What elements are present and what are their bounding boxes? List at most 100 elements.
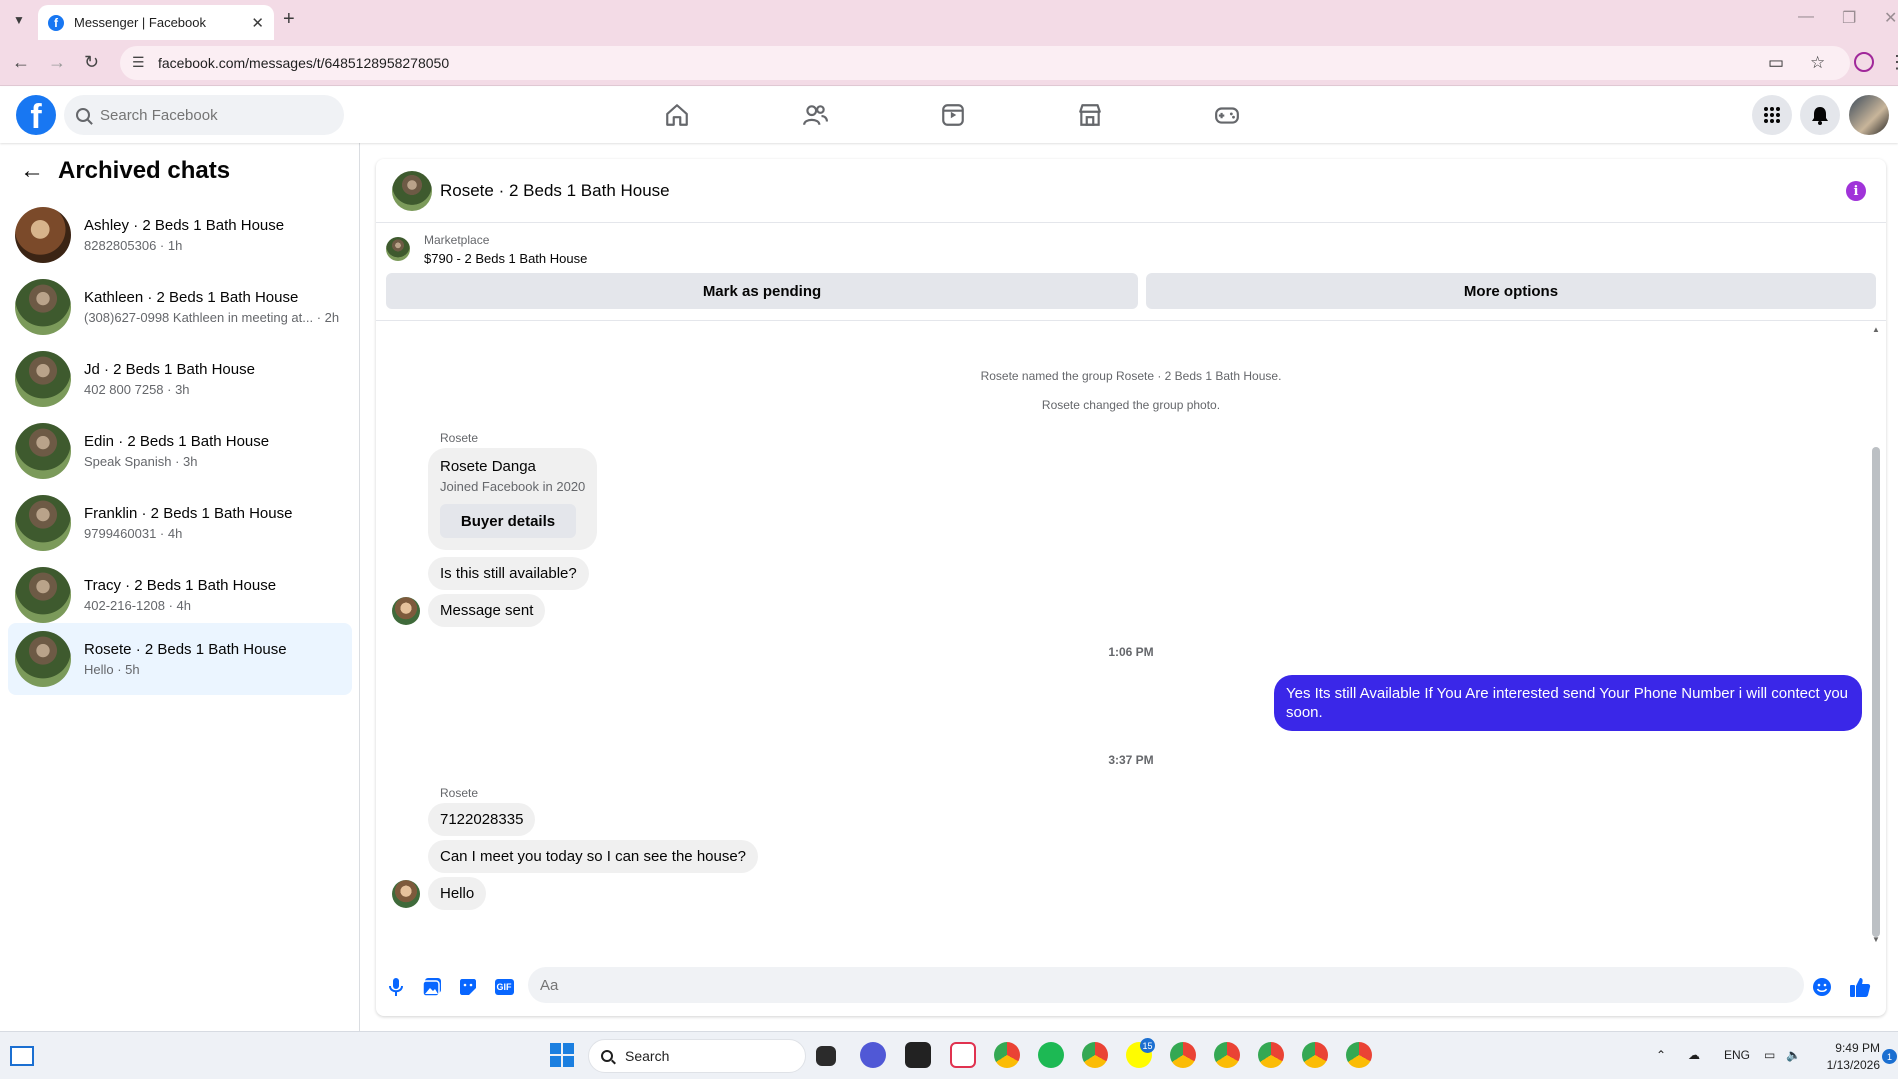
language-indicator[interactable]: ENG (1724, 1048, 1750, 1062)
volume-icon[interactable]: 🔈 (1786, 1048, 1801, 1062)
buyer-name: Rosete Danga (440, 458, 536, 475)
forward-icon[interactable]: → (48, 52, 66, 73)
timestamp: 1:06 PM (1108, 645, 1154, 659)
chrome-profile-icon[interactable] (1214, 1042, 1240, 1068)
facebook-favicon-icon: f (48, 14, 64, 31)
chat-item[interactable]: Franklin · 2 Beds 1 Bath House 9799460031… (8, 487, 352, 559)
chat-preview: Speak Spanish · 3h (84, 454, 198, 469)
home-nav[interactable] (622, 87, 732, 143)
browser-menu-icon[interactable]: ⋮ (1888, 52, 1898, 73)
close-window-icon[interactable]: ✕ (1884, 8, 1897, 28)
buyer-details-button[interactable]: Buyer details (440, 504, 576, 538)
url-text[interactable]: facebook.com/messages/t/6485128958278050 (158, 55, 449, 71)
menu-grid-button[interactable] (1752, 95, 1792, 135)
incoming-message[interactable]: Can I meet you today so I can see the ho… (428, 840, 759, 873)
new-tab-icon[interactable]: + (283, 8, 295, 31)
install-app-icon[interactable]: ▭ (1768, 53, 1784, 73)
mark-as-pending-button[interactable]: Mark as pending (386, 273, 1138, 309)
tray-chevron-icon[interactable]: ⌃ (1656, 1048, 1666, 1062)
incoming-message[interactable]: Message sent (428, 594, 546, 627)
marketplace-nav[interactable] (1035, 87, 1145, 143)
photo-icon[interactable] (420, 975, 444, 999)
notes-icon[interactable] (905, 1042, 931, 1068)
minimize-icon[interactable]: — (1798, 8, 1814, 26)
message-input[interactable] (528, 967, 1804, 1003)
chrome-profile-icon[interactable] (1302, 1042, 1328, 1068)
chat-item[interactable]: Jd · 2 Beds 1 Bath House 402 800 7258 · 3… (8, 343, 352, 415)
friends-icon (803, 105, 828, 126)
snipping-tool-icon[interactable] (950, 1042, 976, 1068)
emoji-icon[interactable] (1810, 975, 1834, 999)
video-icon (942, 104, 964, 126)
facebook-logo-icon[interactable]: f (16, 95, 56, 135)
back-arrow-icon[interactable]: ← (20, 157, 44, 185)
chrome-icon[interactable] (994, 1042, 1020, 1068)
listing-thumbnail[interactable] (386, 237, 410, 261)
cloud-off-icon[interactable]: ☁ (1688, 1048, 1700, 1062)
restore-icon[interactable]: ❐ (1842, 8, 1856, 28)
thumbs-up-icon[interactable] (1848, 975, 1872, 999)
chat-item[interactable]: Kathleen · 2 Beds 1 Bath House (308)627-0… (8, 271, 352, 343)
chat-preview: 9799460031 · 4h (84, 526, 183, 541)
incoming-message[interactable]: 7122028335 (428, 803, 536, 836)
chat-item-active[interactable]: Rosete · 2 Beds 1 Bath House Hello · 5h (8, 623, 352, 695)
reload-icon[interactable]: ↻ (84, 52, 99, 73)
gif-icon[interactable]: GIF (492, 975, 516, 999)
facebook-header: f (0, 87, 1898, 143)
thread-scrollbar[interactable]: ▲ ▼ (1872, 325, 1880, 945)
friends-nav[interactable] (760, 87, 870, 143)
search-icon (76, 108, 90, 122)
scroll-up-icon[interactable]: ▲ (1872, 325, 1880, 334)
marketplace-banner: Marketplace $790 - 2 Beds 1 Bath House M… (376, 223, 1886, 321)
notification-count-badge[interactable]: 1 (1882, 1049, 1897, 1064)
browser-profile-icon[interactable] (1854, 52, 1874, 72)
chat-item[interactable]: Ashley · 2 Beds 1 Bath House 8282805306 ·… (8, 199, 352, 271)
video-nav[interactable] (898, 87, 1008, 143)
chrome-profile-icon[interactable] (1258, 1042, 1284, 1068)
browser-tab[interactable]: f Messenger | Facebook ✕ (38, 5, 274, 40)
conversation-title[interactable]: Rosete · 2 Beds 1 Bath House (440, 181, 670, 201)
scroll-down-icon[interactable]: ▼ (1872, 935, 1880, 944)
chrome-profile-icon[interactable] (1346, 1042, 1372, 1068)
outgoing-message[interactable]: Yes Its still Available If You Are inter… (1274, 675, 1862, 731)
more-options-button[interactable]: More options (1146, 273, 1876, 309)
chat-item[interactable]: Tracy · 2 Beds 1 Bath House 402-216-1208 … (8, 559, 352, 631)
chat-avatar (15, 423, 71, 479)
close-tab-icon[interactable]: ✕ (251, 14, 264, 32)
back-icon[interactable]: ← (12, 52, 30, 73)
account-avatar[interactable] (1849, 95, 1889, 135)
gaming-nav[interactable] (1172, 87, 1282, 143)
bell-icon (1812, 107, 1828, 125)
bookmark-star-icon[interactable]: ☆ (1810, 53, 1825, 73)
widgets-icon[interactable] (10, 1046, 34, 1066)
omnibox[interactable]: ☰ facebook.com/messages/t/64851289582780… (120, 46, 1850, 80)
network-icon[interactable]: ▭ (1764, 1048, 1775, 1062)
tab-search-dropdown-icon[interactable]: ▼ (8, 9, 30, 31)
listing-title[interactable]: $790 - 2 Beds 1 Bath House (424, 251, 587, 266)
start-icon[interactable] (549, 1042, 575, 1068)
scroll-thumb[interactable] (1872, 447, 1880, 937)
chat-name: Edin · 2 Beds 1 Bath House (84, 433, 270, 450)
facebook-search[interactable] (64, 95, 344, 135)
info-icon[interactable]: i (1846, 181, 1866, 201)
facebook-search-input[interactable] (100, 106, 320, 124)
taskbar-search[interactable]: Search (588, 1039, 806, 1073)
incoming-message[interactable]: Is this still available? (428, 557, 589, 590)
chrome-profile-icon[interactable] (1082, 1042, 1108, 1068)
chrome-profile-icon[interactable] (1170, 1042, 1196, 1068)
spotify-icon[interactable] (1038, 1042, 1064, 1068)
teams-icon[interactable] (860, 1042, 886, 1068)
chat-preview: (308)627-0998 Kathleen in meeting at... … (84, 310, 340, 325)
site-info-icon[interactable]: ☰ (132, 54, 145, 71)
task-view-icon[interactable] (816, 1046, 836, 1066)
sender-avatar[interactable] (392, 597, 420, 625)
sender-avatar[interactable] (392, 880, 420, 908)
system-clock[interactable]: 9:49 PM 1/13/2026 (1810, 1040, 1880, 1074)
incoming-message[interactable]: Hello (428, 877, 487, 910)
microphone-icon[interactable] (384, 975, 408, 999)
message-composer: GIF (376, 963, 1886, 1011)
notifications-button[interactable] (1800, 95, 1840, 135)
group-avatar[interactable] (392, 170, 432, 211)
sticker-icon[interactable] (456, 975, 480, 999)
chat-item[interactable]: Edin · 2 Beds 1 Bath House Speak Spanish … (8, 415, 352, 487)
